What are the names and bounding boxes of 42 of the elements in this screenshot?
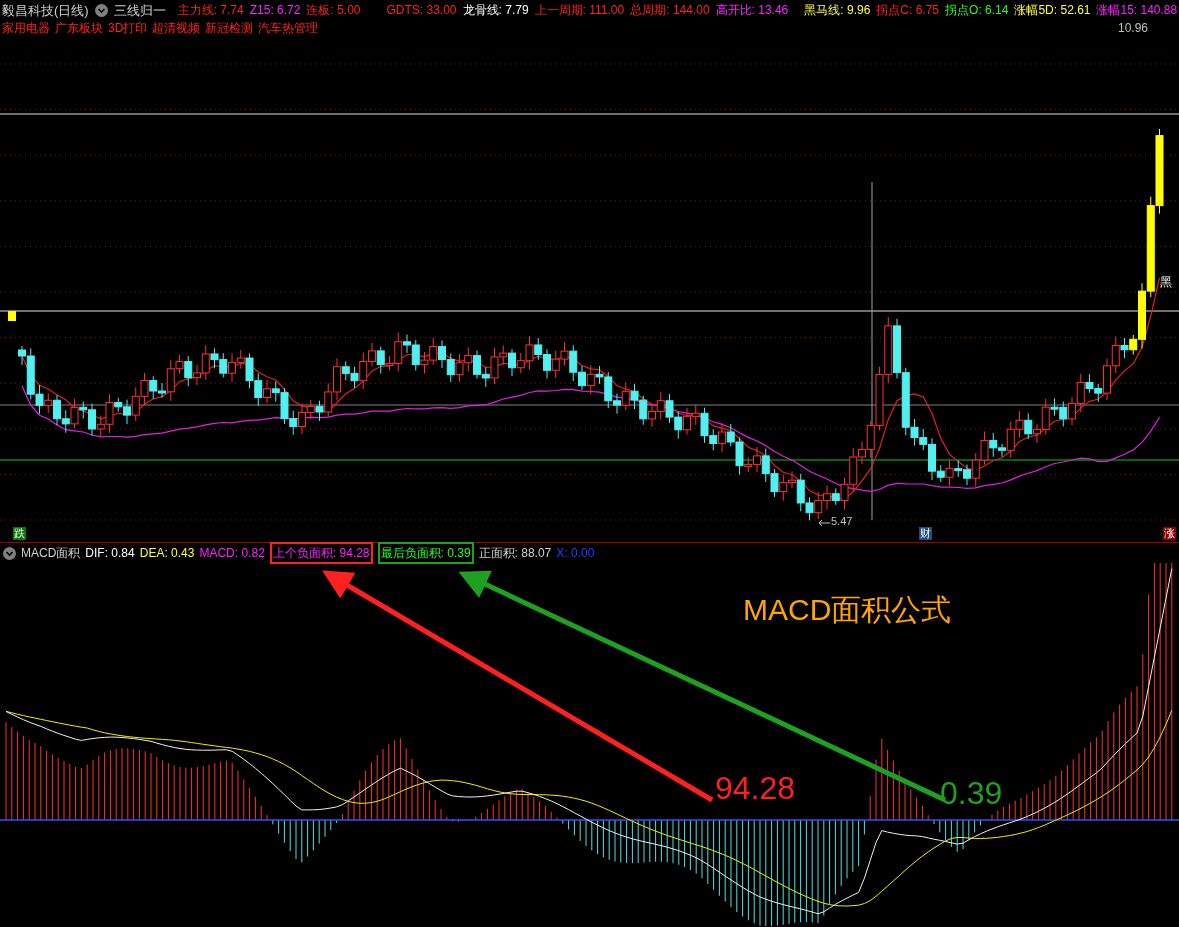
- sector-tag[interactable]: 汽车热管理: [258, 22, 319, 34]
- pointer-arrow-icon: [818, 519, 830, 527]
- indicator-reading: 上一周期: 111.00: [534, 4, 625, 16]
- indicator-reading: 涨幅15: 140.88: [1096, 4, 1178, 16]
- annotation-value: 0.39: [940, 777, 1003, 809]
- signal-badge: 涨: [1163, 527, 1176, 540]
- indicator-reading: Z15: 6.72: [249, 4, 301, 16]
- indicator-reading: 主力线: 7.74: [177, 4, 244, 16]
- indicator-reading: 龙骨线: 7.79: [462, 4, 529, 16]
- sector-tag[interactable]: 3D打印: [108, 22, 148, 34]
- signal-badge: 财: [919, 527, 932, 540]
- indicator-reading: 拐点O: 6.14: [945, 4, 1009, 16]
- indicator-reading: 高开比: 13.46: [715, 4, 789, 16]
- low-price-label: 5.47: [831, 516, 853, 527]
- dropdown-icon[interactable]: [3, 546, 16, 560]
- indicator-name[interactable]: 三线归一: [113, 3, 166, 17]
- sector-tag[interactable]: 广东板块: [55, 22, 103, 34]
- signal-badge: 跌: [13, 527, 26, 540]
- stock-name: 毅昌科技(日线): [2, 3, 89, 17]
- price-marker: [8, 311, 16, 321]
- indicator-reading: DIF: 0.84: [85, 547, 135, 559]
- indicator-reading: 最后负面积: 0.39: [377, 542, 474, 564]
- indicator-reading: 连板: 5.00: [306, 4, 361, 16]
- indicator-reading: 上个负面积: 94.28: [269, 542, 373, 564]
- indicator-reading: 拐点C: 6.75: [876, 4, 940, 16]
- sector-tag[interactable]: 家用电器: [2, 22, 50, 34]
- indicator-reading: X: 0.00: [556, 547, 595, 559]
- annotation-title: MACD面积公式: [743, 595, 952, 625]
- indicator-reading: 涨幅5D: 52.61: [1014, 4, 1091, 16]
- indicator-reading: GDTS: 33.00: [386, 4, 457, 16]
- high-price-label: 10.96: [1118, 22, 1149, 34]
- indicator-reading: MACD: 0.82: [199, 547, 265, 559]
- dropdown-icon[interactable]: [94, 3, 108, 17]
- indicator-name[interactable]: MACD面积: [21, 547, 81, 559]
- annotation-value: 94.28: [715, 772, 796, 804]
- indicator-reading: 总周期: 144.00: [630, 4, 710, 16]
- indicator-reading: 正面积: 88.07: [478, 547, 552, 559]
- sector-tag[interactable]: 新冠检测: [205, 22, 254, 34]
- sector-tag[interactable]: 超清视频: [152, 22, 201, 34]
- indicator-reading: DEA: 0.43: [139, 547, 195, 559]
- indicator-reading: 黑马线: 9.96: [804, 4, 871, 16]
- line-label: 黑: [1160, 276, 1172, 288]
